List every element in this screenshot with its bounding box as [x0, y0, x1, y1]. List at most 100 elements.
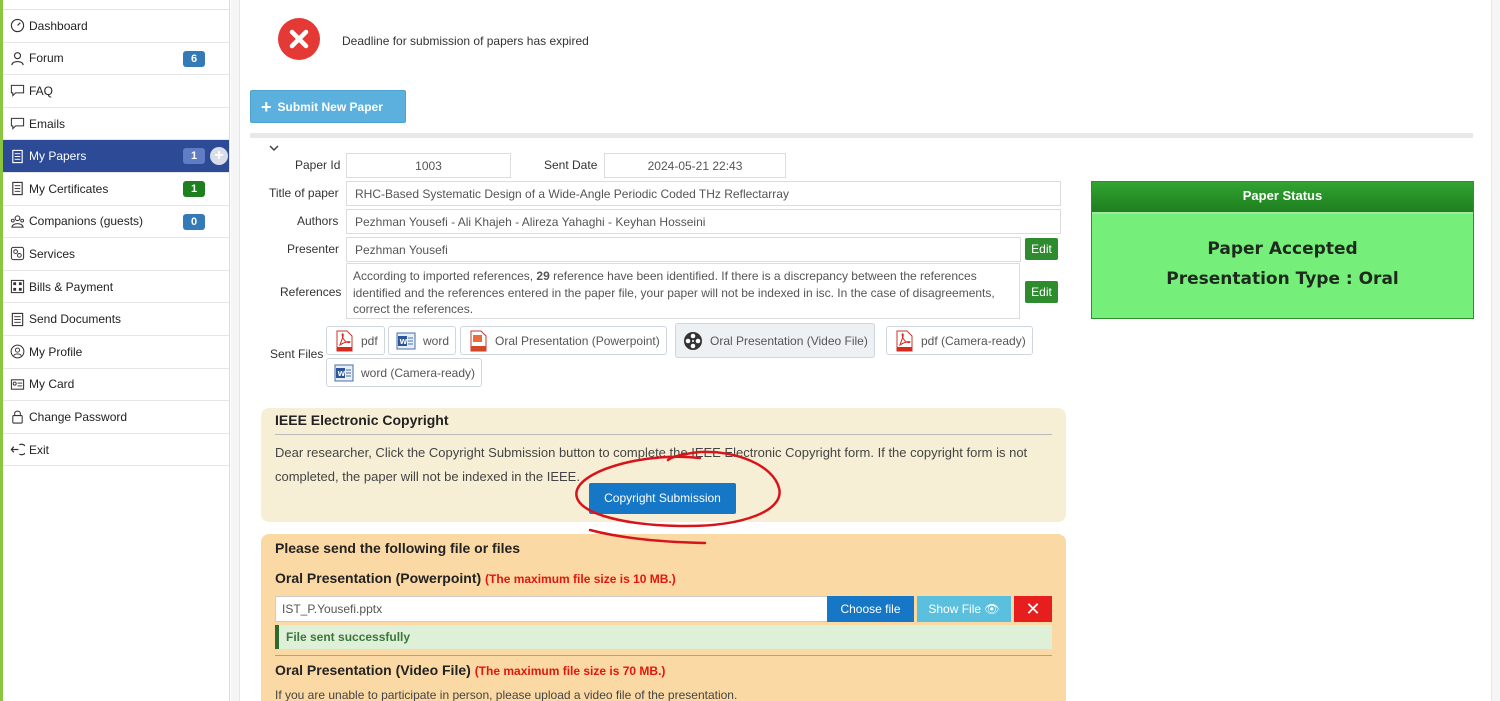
papers-count-badge: 1: [183, 148, 205, 165]
file-pdf-link[interactable]: pdf: [326, 326, 385, 355]
sidebar-item-label: Companions (guests): [29, 214, 144, 229]
copyright-submission-button[interactable]: Copyright Submission: [589, 483, 736, 514]
paper-status-panel: Paper Status Paper Accepted Presentation…: [1091, 181, 1474, 319]
sidebar-item-my-profile[interactable]: My Profile: [3, 336, 229, 369]
document-icon: [9, 181, 25, 197]
sidebar-item-label: Exit: [29, 442, 50, 457]
svg-text:W: W: [400, 338, 408, 346]
sidebar-item-label: Bills & Payment: [29, 279, 114, 294]
sidebar-item-label: My Card: [29, 377, 75, 392]
add-paper-icon[interactable]: +: [210, 147, 228, 166]
upload-panel: Please send the following file or files …: [261, 534, 1066, 701]
show-file-label: Show File: [928, 602, 982, 616]
word-icon: W: [333, 362, 355, 384]
sidebar-item-label: Change Password: [29, 409, 128, 424]
ppt-size-note: (The maximum file size is 10 MB.): [485, 572, 676, 586]
video-hint: If you are unable to participate in pers…: [275, 688, 738, 701]
companions-count-badge: 0: [183, 213, 205, 230]
chevron-down-icon[interactable]: [268, 142, 280, 157]
close-icon: ✕: [1025, 599, 1041, 619]
eye-icon: 👁: [984, 602, 1000, 616]
certificates-count-badge: 1: [183, 180, 205, 197]
paper-status-body: Paper Accepted Presentation Type : Oral: [1092, 214, 1473, 294]
choose-file-button[interactable]: Choose file: [827, 596, 914, 622]
sidebar-item-label: Dashboard: [29, 18, 88, 33]
file-label: Oral Presentation (Video File): [710, 333, 868, 348]
sidebar-item-emails[interactable]: Emails: [3, 108, 229, 141]
sidebar-item-forum[interactable]: Forum 6: [3, 43, 229, 76]
file-label: word (Camera-ready): [361, 365, 476, 380]
services-icon: [9, 246, 25, 262]
sidebar-item-dashboard[interactable]: Dashboard: [3, 10, 229, 43]
paper-status-title: Paper Status: [1092, 182, 1473, 214]
sidebar-item-my-papers[interactable]: My Papers 1 +: [3, 140, 229, 173]
plus-icon: +: [261, 96, 272, 117]
sidebar-item-change-password[interactable]: Change Password: [3, 401, 229, 434]
file-video-link[interactable]: Oral Presentation (Video File): [675, 323, 875, 358]
references-pre: According to imported references,: [353, 269, 537, 283]
sidebar-item-my-certificates[interactable]: My Certificates 1: [3, 173, 229, 206]
powerpoint-icon: [467, 330, 489, 352]
sidebar-item-label: Send Documents: [29, 312, 122, 327]
file-word-camera-ready-link[interactable]: W word (Camera-ready): [326, 358, 483, 387]
error-icon: [278, 18, 320, 60]
file-label: pdf (Camera-ready): [921, 333, 1026, 348]
film-reel-icon: [682, 330, 704, 352]
sent-files-label: Sent Files: [270, 347, 324, 361]
references-count: 29: [536, 269, 550, 283]
ppt-section-title: Oral Presentation (Powerpoint) (The maxi…: [275, 570, 1052, 592]
dashboard-icon: [9, 18, 25, 34]
paper-id-label: Paper Id: [295, 158, 341, 172]
chat-icon: [9, 83, 25, 99]
sidebar-item-bills[interactable]: Bills & Payment: [3, 271, 229, 304]
chat-icon: [9, 116, 25, 132]
file-pdf-camera-ready-link[interactable]: pdf (Camera-ready): [886, 326, 1033, 355]
sidebar-item-faq[interactable]: FAQ: [3, 75, 229, 108]
video-title: Oral Presentation (Video File): [275, 662, 471, 678]
show-file-button[interactable]: Show File 👁: [917, 596, 1011, 622]
sidebar-item-companions[interactable]: Companions (guests) 0: [3, 206, 229, 239]
submit-new-paper-button[interactable]: + Submit New Paper: [250, 90, 406, 123]
main-area: Deadline for submission of papers has ex…: [231, 0, 1500, 701]
pdf-icon: [893, 330, 915, 352]
sidebar-item-exit[interactable]: Exit: [3, 434, 229, 467]
sidebar-item-my-card[interactable]: My Card: [3, 369, 229, 402]
presenter-field: Pezhman Yousefi: [346, 237, 1021, 262]
edit-references-button[interactable]: Edit: [1025, 281, 1058, 303]
sidebar-item-label: FAQ: [29, 83, 54, 98]
card-icon: [9, 376, 25, 392]
paper-accepted-text: Paper Accepted: [1207, 239, 1358, 259]
video-size-note: (The maximum file size is 70 MB.): [474, 664, 666, 678]
divider: [250, 133, 1473, 138]
delete-file-button[interactable]: ✕: [1014, 596, 1052, 622]
deadline-notice: Deadline for submission of papers has ex…: [278, 18, 589, 60]
copyright-title: IEEE Electronic Copyright: [275, 412, 449, 428]
video-section-title: Oral Presentation (Video File) (The maxi…: [275, 662, 665, 678]
presenter-label: Presenter: [287, 242, 340, 256]
sidebar-item-send-documents[interactable]: Send Documents: [3, 303, 229, 336]
title-label: Title of paper: [269, 186, 339, 200]
file-label: Oral Presentation (Powerpoint): [495, 333, 660, 348]
file-powerpoint-link[interactable]: Oral Presentation (Powerpoint): [460, 326, 667, 355]
file-word-link[interactable]: W word: [388, 326, 457, 355]
sidebar-item-label: My Papers: [29, 149, 87, 164]
file-label: pdf: [361, 333, 378, 348]
edit-presenter-button[interactable]: Edit: [1025, 238, 1058, 260]
submit-new-paper-label: Submit New Paper: [277, 99, 383, 114]
exit-icon: [9, 442, 25, 458]
sent-date-label: Sent Date: [544, 158, 598, 172]
sidebar-item-label: Emails: [29, 116, 66, 131]
ppt-title: Oral Presentation (Powerpoint): [275, 570, 482, 586]
sidebar-item-services[interactable]: Services: [3, 238, 229, 271]
pdf-icon: [333, 330, 355, 352]
ppt-file-input[interactable]: IST_P.Yousefi.pptx: [275, 596, 828, 622]
deadline-message: Deadline for submission of papers has ex…: [342, 34, 589, 48]
document-icon: [9, 148, 25, 164]
lock-icon: [9, 409, 25, 425]
upload-heading: Please send the following file or files: [275, 540, 521, 556]
references-label: References: [280, 285, 342, 299]
sidebar-item-label: My Profile: [29, 344, 83, 359]
sidebar-top: [3, 0, 229, 10]
sidebar-item-label: Services: [29, 246, 76, 261]
word-icon: W: [395, 330, 417, 352]
